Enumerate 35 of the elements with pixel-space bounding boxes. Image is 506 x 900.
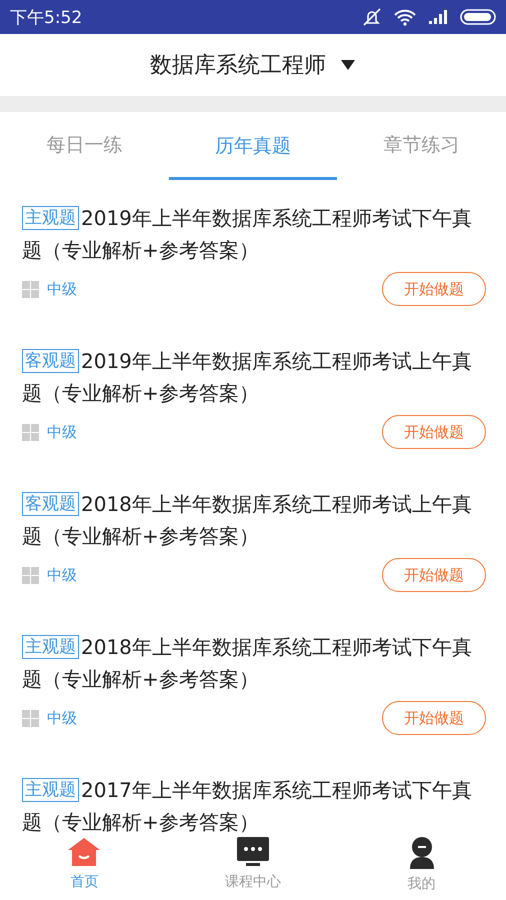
exam-title[interactable]: 主观题 2018年上半年数据库系统工程师考试下午真题（专业解析+参考答案） bbox=[22, 631, 484, 695]
nav-tab[interactable]: 我的 bbox=[337, 835, 506, 900]
tab[interactable]: 每日一练 bbox=[0, 112, 169, 180]
question-type-tag: 主观题 bbox=[22, 635, 79, 659]
start-button[interactable]: 开始做题 bbox=[382, 558, 486, 592]
level-label: 中级 bbox=[47, 280, 77, 298]
exam-title[interactable]: 主观题 2017年上半年数据库系统工程师考试下午真题（专业解析+参考答案） bbox=[22, 774, 484, 835]
question-type-tag: 客观题 bbox=[22, 349, 79, 373]
tab[interactable]: 历年真题 bbox=[168, 112, 338, 180]
mute-icon bbox=[362, 8, 382, 26]
start-button[interactable]: 开始做题 bbox=[382, 415, 486, 449]
tab[interactable]: 章节练习 bbox=[337, 112, 506, 180]
question-type-tag: 主观题 bbox=[22, 778, 79, 802]
grid-icon bbox=[22, 424, 39, 440]
grid-icon bbox=[22, 280, 39, 298]
level-label: 中级 bbox=[47, 566, 77, 584]
grid-icon bbox=[22, 710, 39, 726]
wifi-icon bbox=[394, 8, 416, 26]
question-type-tag: 主观题 bbox=[22, 206, 79, 230]
level-label: 中级 bbox=[47, 422, 77, 442]
header-title[interactable]: 数据库系统工程师 bbox=[150, 50, 326, 80]
signal-icon bbox=[428, 10, 448, 24]
dropdown-caret-icon[interactable] bbox=[340, 59, 356, 71]
start-button[interactable]: 开始做题 bbox=[382, 272, 486, 306]
level-label: 中级 bbox=[47, 708, 77, 728]
start-button[interactable]: 开始做题 bbox=[382, 701, 486, 735]
grid-icon bbox=[22, 566, 39, 584]
exam-title[interactable]: 主观题 2019年上半年数据库系统工程师考试下午真题（专业解析+参考答案） bbox=[22, 202, 484, 266]
exam-title[interactable]: 客观题 2019年上半年数据库系统工程师考试上午真题（专业解析+参考答案） bbox=[22, 345, 484, 409]
battery-icon bbox=[460, 9, 496, 25]
nav-tab[interactable]: 首页 bbox=[0, 835, 169, 900]
exam-title[interactable]: 客观题 2018年上半年数据库系统工程师考试上午真题（专业解析+参考答案） bbox=[22, 488, 484, 552]
question-type-tag: 客观题 bbox=[22, 492, 79, 516]
nav-tab[interactable]: 课程中心 bbox=[168, 835, 338, 900]
status-time: 下午5:52 bbox=[10, 6, 82, 28]
